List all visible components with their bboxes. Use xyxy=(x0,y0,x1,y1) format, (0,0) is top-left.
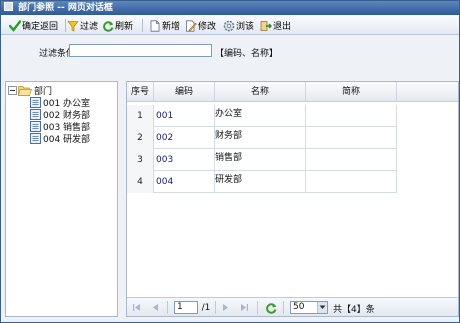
tree-expander-icon[interactable] xyxy=(8,86,17,95)
row-name: 财务部 xyxy=(215,127,306,149)
toolbar-separator xyxy=(142,19,143,32)
document-icon xyxy=(30,121,41,132)
exit-icon xyxy=(260,20,272,32)
row-code: 001 xyxy=(154,105,215,127)
last-page-icon[interactable] xyxy=(239,301,250,314)
tree-item[interactable]: 004 研发部 xyxy=(30,133,91,145)
funnel-icon xyxy=(67,20,79,32)
row-index: 1 xyxy=(127,105,154,127)
pagination-bar: 1 /1 50 共【4】条 xyxy=(127,297,458,316)
pager-separator xyxy=(215,301,216,314)
tree-item[interactable]: 002 财务部 xyxy=(30,109,90,121)
pager-separator xyxy=(283,301,284,314)
row-index: 4 xyxy=(127,171,154,193)
department-grid: 序号 编码 名称 简称 1 001 办公室 2 002 财务部 3 003 销售… xyxy=(126,81,459,317)
tree-item[interactable]: 003 销售部 xyxy=(30,121,90,133)
row-abbr xyxy=(306,127,397,149)
department-tree: 部门 001 办公室 002 财务部 003 销售部 004 研发部 xyxy=(5,81,118,317)
document-icon xyxy=(30,109,41,120)
view-button[interactable]: 浏该 xyxy=(223,18,254,33)
pager-separator xyxy=(257,301,258,314)
row-name: 销售部 xyxy=(215,149,306,171)
prev-page-icon[interactable] xyxy=(150,301,161,314)
refresh-button-label: 刷新 xyxy=(115,22,134,32)
confirm-button[interactable]: 确定返回 xyxy=(9,18,58,33)
row-code: 002 xyxy=(154,127,215,149)
filter-button[interactable]: 过滤 xyxy=(67,18,98,33)
view-button-label: 浏该 xyxy=(236,22,255,32)
row-index: 3 xyxy=(127,149,154,171)
row-code: 004 xyxy=(154,171,215,193)
new-document-icon xyxy=(149,19,161,32)
toolbar: 确定返回 过滤 刷新 新增 修改 浏该 退出 xyxy=(1,15,459,35)
window-icon xyxy=(4,2,13,11)
toolbar-separator xyxy=(65,19,66,32)
tree-item[interactable]: 001 办公室 xyxy=(30,97,90,109)
window-title: 部门参照 -- 网页对话框 xyxy=(18,3,113,13)
row-abbr xyxy=(306,171,397,193)
exit-button-label: 退出 xyxy=(273,22,292,32)
pager-separator xyxy=(167,301,168,314)
row-name: 研发部 xyxy=(215,171,306,193)
tree-root[interactable]: 部门 xyxy=(8,85,52,97)
filter-bar: 过滤条件 【编码、名称】 xyxy=(1,36,459,66)
table-row[interactable]: 1 001 办公室 xyxy=(127,105,397,127)
confirm-button-label: 确定返回 xyxy=(22,22,59,32)
first-page-icon[interactable] xyxy=(131,301,142,314)
page-size-select[interactable]: 50 xyxy=(290,301,328,314)
row-abbr xyxy=(306,149,397,171)
row-index: 2 xyxy=(127,127,154,149)
filter-button-label: 过滤 xyxy=(80,22,99,32)
table-row[interactable]: 3 003 销售部 xyxy=(127,149,397,171)
column-header[interactable]: 名称 xyxy=(215,82,306,102)
total-count: 共【4】条 xyxy=(333,305,375,315)
filter-hint: 【编码、名称】 xyxy=(215,49,279,59)
gear-icon xyxy=(223,20,235,32)
edit-button[interactable]: 修改 xyxy=(185,18,216,33)
document-icon xyxy=(30,97,41,108)
title-bar[interactable]: 部门参照 -- 网页对话框 xyxy=(1,1,459,15)
column-header[interactable]: 编码 xyxy=(154,82,215,102)
document-icon xyxy=(30,133,41,144)
table-row[interactable]: 2 002 财务部 xyxy=(127,127,397,149)
next-page-icon[interactable] xyxy=(220,301,231,314)
row-name: 办公室 xyxy=(215,105,306,127)
page-number-input[interactable]: 1 xyxy=(174,301,198,314)
row-code: 003 xyxy=(154,149,215,171)
table-row[interactable]: 4 004 研发部 xyxy=(127,171,397,193)
filter-input[interactable] xyxy=(69,44,212,57)
refresh-icon[interactable] xyxy=(264,301,277,314)
page-size-value: 50 xyxy=(293,302,305,312)
folder-open-icon xyxy=(18,85,32,96)
refresh-icon xyxy=(102,20,114,32)
edit-document-icon xyxy=(185,19,197,32)
refresh-button[interactable]: 刷新 xyxy=(102,18,133,33)
page-total: /1 xyxy=(201,302,211,313)
grid-header: 序号 编码 名称 简称 xyxy=(127,82,458,102)
tree-item-label: 004 研发部 xyxy=(43,135,91,145)
exit-button[interactable]: 退出 xyxy=(260,18,291,33)
check-icon xyxy=(9,19,21,32)
new-button[interactable]: 新增 xyxy=(149,18,180,33)
row-abbr xyxy=(306,105,397,127)
column-header[interactable]: 序号 xyxy=(127,82,154,102)
new-button-label: 新增 xyxy=(162,22,181,32)
dialog-window: 部门参照 -- 网页对话框 确定返回 过滤 刷新 新增 修改 浏该 退出 过滤条… xyxy=(0,0,460,323)
edit-button-label: 修改 xyxy=(198,22,217,32)
chevron-down-icon[interactable] xyxy=(317,302,327,313)
column-header[interactable]: 简称 xyxy=(306,82,397,102)
